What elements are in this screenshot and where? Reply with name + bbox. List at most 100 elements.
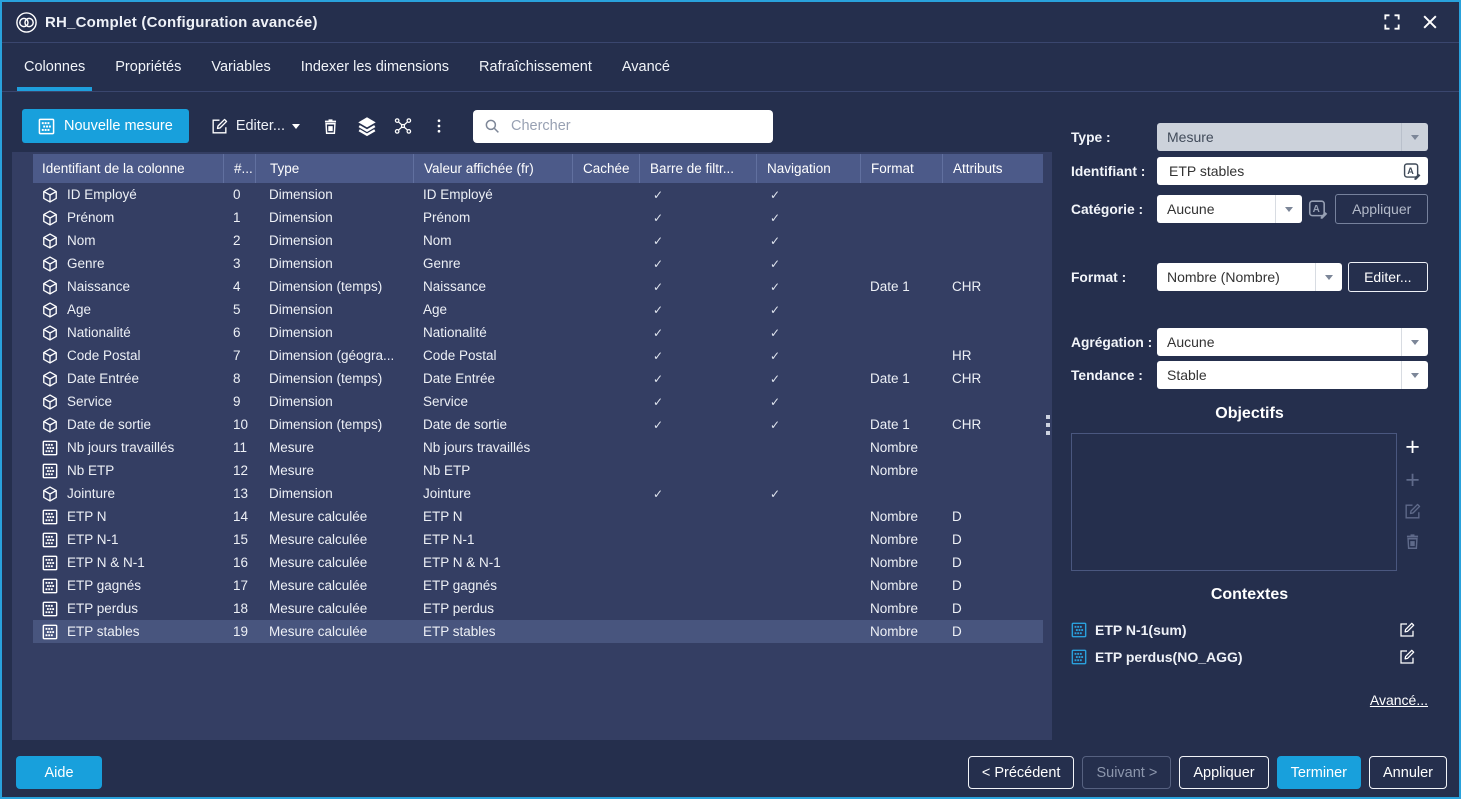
column-header-[interactable]: #...	[223, 154, 255, 183]
cell-format: Nombre	[860, 624, 942, 639]
table-row-etp-n[interactable]: ETP N14Mesure calculéeETP NNombreD	[33, 505, 1043, 528]
cell-identifier: Nationalité	[33, 325, 223, 341]
edit-objective-icon[interactable]	[1403, 502, 1422, 521]
apply-category-button[interactable]: Appliquer	[1335, 194, 1428, 224]
measure-abacus-icon	[42, 532, 58, 548]
add-objective-disabled-icon[interactable]: +	[1405, 469, 1420, 491]
table-row-jointure[interactable]: Jointure13DimensionJointure✓✓	[33, 482, 1043, 505]
cell-navigation: ✓	[756, 256, 860, 271]
columns-table-panel: Identifiant de la colonne#...TypeValeur …	[12, 152, 1052, 740]
advanced-link[interactable]: Avancé...	[1071, 692, 1428, 708]
search-input[interactable]	[509, 117, 763, 135]
column-header-type[interactable]: Type	[255, 154, 413, 183]
cell-identifier: ETP N	[33, 509, 223, 525]
tab-avanc[interactable]: Avancé	[622, 43, 670, 91]
objectives-list[interactable]	[1071, 433, 1397, 571]
delete-objective-icon[interactable]	[1403, 532, 1422, 551]
cell-filter-bar: ✓	[639, 233, 756, 248]
cell-filter-bar: ✓	[639, 210, 756, 225]
cell-display-value: Date de sortie	[413, 417, 572, 432]
table-row-pr-nom[interactable]: Prénom1DimensionPrénom✓✓	[33, 206, 1043, 229]
trend-select[interactable]: Stable	[1157, 361, 1428, 389]
table-row-nationalit[interactable]: Nationalité6DimensionNationalité✓✓	[33, 321, 1043, 344]
layers-icon[interactable]	[355, 113, 379, 139]
new-measure-button[interactable]: Nouvelle mesure	[22, 109, 189, 143]
search-icon	[483, 117, 501, 135]
chevron-down-icon	[1401, 328, 1428, 356]
cell-number: 18	[223, 601, 255, 616]
cell-number: 13	[223, 486, 255, 501]
tab-rafra-chissement[interactable]: Rafraîchissement	[479, 43, 592, 91]
aggregation-select[interactable]: Aucune	[1157, 328, 1428, 356]
translate-icon[interactable]: A	[1308, 199, 1329, 220]
cell-type: Dimension	[255, 325, 413, 340]
table-row-nb-etp[interactable]: Nb ETP12MesureNb ETPNombre	[33, 459, 1043, 482]
cell-identifier: ETP gagnés	[33, 578, 223, 594]
table-row-etp-n-n-1[interactable]: ETP N & N-116Mesure calculéeETP N & N-1N…	[33, 551, 1043, 574]
maximize-icon[interactable]	[1379, 9, 1405, 35]
context-item-etp-n-1-sum: ETP N-1(sum)	[1071, 616, 1428, 643]
cell-type: Dimension	[255, 187, 413, 202]
tab-indexer-les-dimensions[interactable]: Indexer les dimensions	[301, 43, 449, 91]
measure-abacus-icon	[42, 509, 58, 525]
category-select[interactable]: Aucune	[1157, 195, 1302, 223]
more-options-kebab-icon[interactable]	[427, 113, 451, 139]
apply-button[interactable]: Appliquer	[1179, 756, 1268, 789]
cell-type: Dimension (temps)	[255, 371, 413, 386]
identifier-input[interactable]	[1167, 162, 1403, 180]
delete-icon[interactable]	[319, 113, 343, 139]
cell-identifier: ETP N & N-1	[33, 555, 223, 571]
type-label: Type :	[1071, 130, 1157, 145]
table-row-nom[interactable]: Nom2DimensionNom✓✓	[33, 229, 1043, 252]
cell-format: Date 1	[860, 279, 942, 294]
table-row-etp-stables[interactable]: ETP stables19Mesure calculéeETP stablesN…	[33, 620, 1043, 643]
edit-context-icon[interactable]	[1398, 621, 1416, 639]
previous-button[interactable]: < Précédent	[968, 756, 1075, 789]
cell-type: Dimension	[255, 233, 413, 248]
dimension-cube-icon	[42, 279, 58, 295]
help-button[interactable]: Aide	[16, 756, 102, 789]
cell-display-value: Nb jours travaillés	[413, 440, 572, 455]
edit-context-icon[interactable]	[1398, 648, 1416, 666]
column-header-format[interactable]: Format	[860, 154, 942, 183]
column-header-identifiant-de-la-colonne[interactable]: Identifiant de la colonne	[33, 154, 223, 183]
trend-label: Tendance :	[1071, 368, 1157, 383]
column-header-attributs[interactable]: Attributs	[942, 154, 1043, 183]
cell-number: 14	[223, 509, 255, 524]
finish-button[interactable]: Terminer	[1277, 756, 1361, 789]
tab-colonnes[interactable]: Colonnes	[24, 43, 85, 91]
panel-splitter-handle[interactable]	[1046, 415, 1050, 435]
table-row-code-postal[interactable]: Code Postal7Dimension (géogra...Code Pos…	[33, 344, 1043, 367]
cell-navigation: ✓	[756, 394, 860, 409]
table-row-date-de-sortie[interactable]: Date de sortie10Dimension (temps)Date de…	[33, 413, 1043, 436]
table-row-naissance[interactable]: Naissance4Dimension (temps)Naissance✓✓Da…	[33, 275, 1043, 298]
cell-format: Date 1	[860, 417, 942, 432]
edit-dropdown-button[interactable]: Editer...	[210, 117, 300, 136]
cell-identifier: Code Postal	[33, 348, 223, 364]
add-objective-icon[interactable]: +	[1405, 436, 1420, 458]
cancel-button[interactable]: Annuler	[1369, 756, 1447, 789]
column-header-cach-e[interactable]: Cachée	[572, 154, 639, 183]
table-row-etp-gagn-s[interactable]: ETP gagnés17Mesure calculéeETP gagnésNom…	[33, 574, 1043, 597]
tab-variables[interactable]: Variables	[211, 43, 270, 91]
tab-propri-t-s[interactable]: Propriétés	[115, 43, 181, 91]
table-row-genre[interactable]: Genre3DimensionGenre✓✓	[33, 252, 1043, 275]
table-row-date-entr-e[interactable]: Date Entrée8Dimension (temps)Date Entrée…	[33, 367, 1043, 390]
table-row-etp-n-1[interactable]: ETP N-115Mesure calculéeETP N-1NombreD	[33, 528, 1043, 551]
table-row-id-employ[interactable]: ID Employé0DimensionID Employé✓✓	[33, 183, 1043, 206]
dimension-cube-icon	[42, 187, 58, 203]
next-button[interactable]: Suivant >	[1082, 756, 1171, 789]
table-row-service[interactable]: Service9DimensionService✓✓	[33, 390, 1043, 413]
format-select[interactable]: Nombre (Nombre)	[1157, 263, 1342, 291]
close-icon[interactable]	[1417, 9, 1443, 35]
hierarchy-molecule-icon[interactable]	[391, 113, 415, 139]
table-row-etp-perdus[interactable]: ETP perdus18Mesure calculéeETP perdusNom…	[33, 597, 1043, 620]
column-header-navigation[interactable]: Navigation	[756, 154, 860, 183]
table-row-age[interactable]: Age5DimensionAge✓✓	[33, 298, 1043, 321]
column-header-valeur-affich-e-fr[interactable]: Valeur affichée (fr)	[413, 154, 572, 183]
table-row-nb-jours-travaill-s[interactable]: Nb jours travaillés11MesureNb jours trav…	[33, 436, 1043, 459]
translate-icon[interactable]: A	[1403, 162, 1422, 181]
cell-display-value: ETP stables	[413, 624, 572, 639]
column-header-barre-de-filtr[interactable]: Barre de filtr...	[639, 154, 756, 183]
edit-format-button[interactable]: Editer...	[1348, 262, 1428, 292]
